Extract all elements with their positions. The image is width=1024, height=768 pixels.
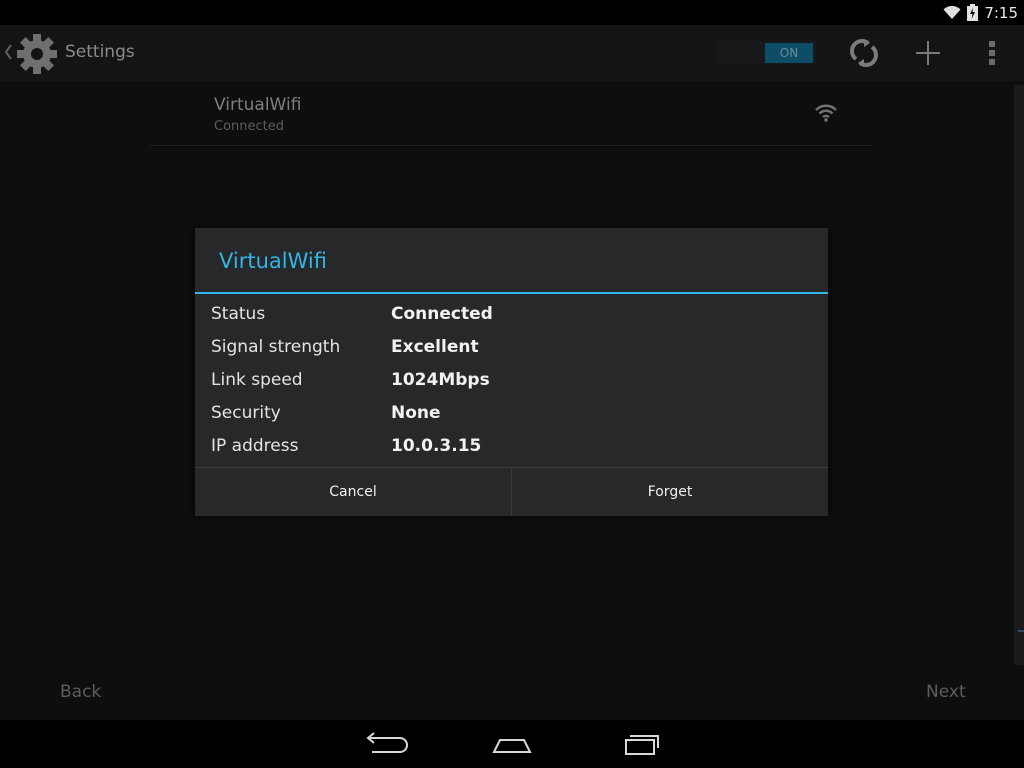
settings-gear-icon[interactable] bbox=[14, 31, 60, 77]
wifi-network-item[interactable]: VirtualWifi Connected bbox=[150, 81, 872, 146]
detail-row-link-speed: Link speed 1024Mbps bbox=[195, 364, 828, 397]
detail-value: Connected bbox=[391, 304, 493, 324]
status-bar: 7:15 bbox=[0, 0, 1024, 25]
detail-value: None bbox=[391, 403, 441, 423]
detail-value: 10.0.3.15 bbox=[391, 436, 482, 456]
wizard-next-button[interactable]: Next bbox=[926, 682, 966, 702]
detail-label: Security bbox=[211, 403, 281, 423]
detail-row-security: Security None bbox=[195, 397, 828, 430]
battery-charging-icon bbox=[967, 4, 979, 21]
wifi-network-name: VirtualWifi bbox=[214, 95, 302, 115]
scrollbar[interactable] bbox=[1014, 85, 1024, 665]
status-time: 7:15 bbox=[984, 3, 1018, 22]
detail-row-status: Status Connected bbox=[195, 298, 828, 331]
detail-label: IP address bbox=[211, 436, 299, 456]
wifi-toggle-on: ON bbox=[765, 43, 813, 63]
dialog-title: VirtualWifi bbox=[219, 249, 327, 273]
cancel-button[interactable]: Cancel bbox=[195, 468, 511, 516]
detail-row-signal-strength: Signal strength Excellent bbox=[195, 331, 828, 364]
detail-value: 1024Mbps bbox=[391, 370, 490, 390]
wifi-icon bbox=[943, 5, 961, 19]
detail-value: Excellent bbox=[391, 337, 479, 357]
dialog-button-bar: Cancel Forget bbox=[195, 467, 828, 516]
status-icons: 7:15 bbox=[943, 0, 1018, 25]
wizard-back-button[interactable]: Back bbox=[60, 682, 101, 702]
scrollbar-thumb[interactable] bbox=[1018, 630, 1024, 632]
back-nav-icon[interactable] bbox=[354, 728, 414, 760]
detail-label: Status bbox=[211, 304, 266, 324]
detail-label: Signal strength bbox=[211, 337, 341, 357]
action-bar: Settings ON bbox=[0, 25, 1024, 81]
wifi-toggle[interactable]: ON bbox=[716, 41, 816, 65]
wifi-signal-icon bbox=[815, 104, 837, 122]
add-network-icon[interactable] bbox=[910, 35, 946, 71]
detail-label: Link speed bbox=[211, 370, 303, 390]
forget-button[interactable]: Forget bbox=[512, 468, 828, 516]
system-nav-bar bbox=[0, 720, 1024, 768]
action-bar-title: Settings bbox=[65, 42, 135, 62]
recents-nav-icon[interactable] bbox=[610, 728, 670, 760]
home-nav-icon[interactable] bbox=[482, 728, 542, 760]
detail-row-ip-address: IP address 10.0.3.15 bbox=[195, 430, 828, 463]
up-caret-icon[interactable] bbox=[3, 42, 13, 62]
scan-icon[interactable] bbox=[846, 35, 882, 71]
overflow-menu-icon[interactable] bbox=[974, 35, 1010, 71]
dialog-title-divider bbox=[195, 292, 828, 294]
wifi-details-dialog: VirtualWifi Status Connected Signal stre… bbox=[195, 228, 828, 516]
wifi-network-status: Connected bbox=[214, 119, 285, 134]
